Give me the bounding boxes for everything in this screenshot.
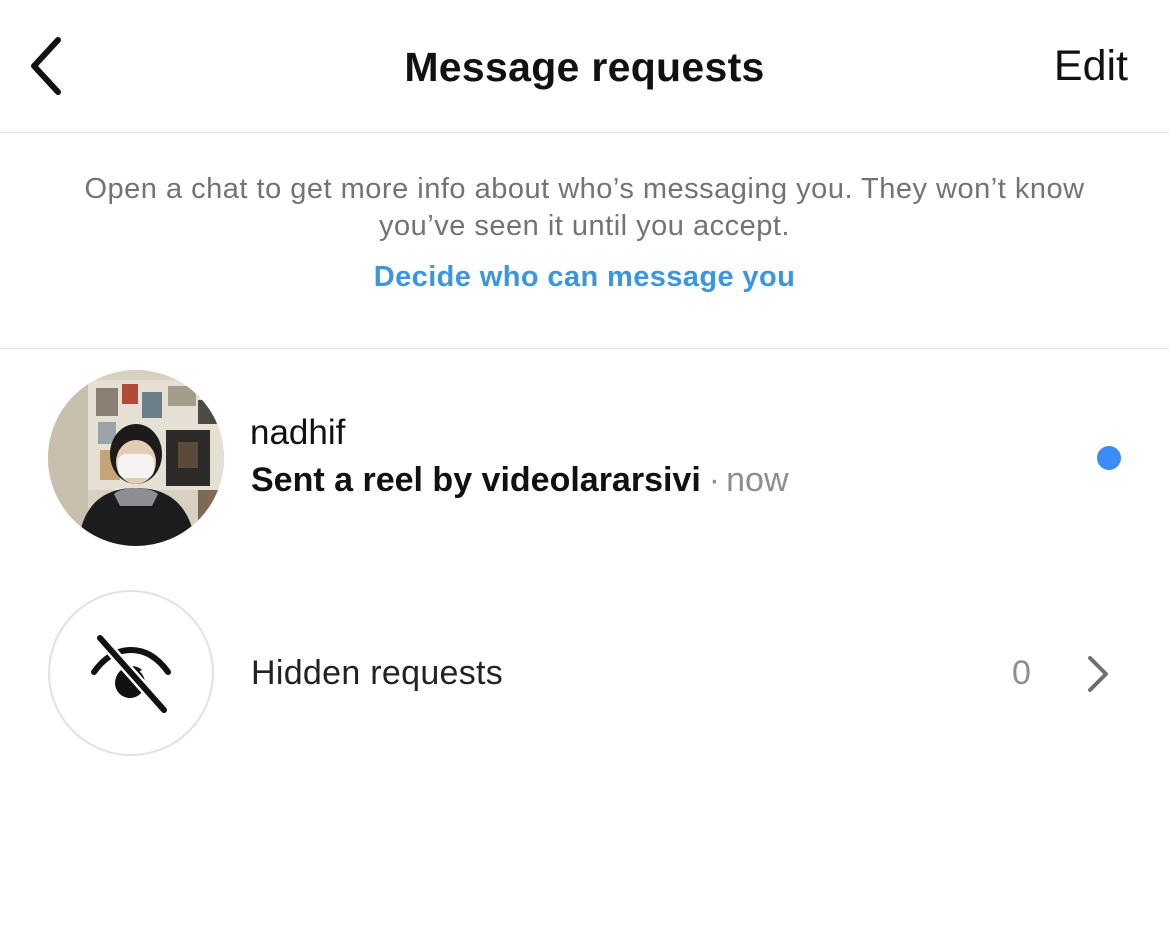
- avatar-photo: [48, 370, 224, 546]
- message-preview: Sent a reel by videolararsivi · now: [251, 461, 789, 500]
- hidden-requests-row[interactable]: Hidden requests 0: [0, 588, 1169, 758]
- avatar: [48, 370, 224, 546]
- sender-username: nadhif: [250, 413, 346, 452]
- hidden-requests-label: Hidden requests: [251, 654, 504, 692]
- info-section: Open a chat to get more info about who’s…: [0, 133, 1169, 349]
- message-requests-screen: Message requests Edit Open a chat to get…: [0, 0, 1169, 936]
- chevron-right-icon: [1088, 656, 1108, 692]
- separator-dot: ·: [708, 461, 721, 499]
- page-title: Message requests: [404, 44, 765, 90]
- edit-button[interactable]: Edit: [1054, 42, 1128, 91]
- top-bar: Message requests Edit: [0, 0, 1169, 133]
- hidden-requests-count: 0: [1012, 654, 1031, 692]
- decide-who-can-message-link[interactable]: Decide who can message you: [0, 261, 1169, 294]
- unread-indicator: [1097, 446, 1121, 470]
- message-request-item[interactable]: nadhif Sent a reel by videolararsivi · now: [0, 349, 1169, 564]
- message-preview-text: Sent a reel by videolararsivi: [251, 461, 701, 499]
- info-text: Open a chat to get more info about who’s…: [84, 173, 1085, 242]
- eye-slash-icon: [91, 632, 171, 716]
- hidden-requests-icon-circle: [48, 590, 214, 756]
- message-timestamp: now: [726, 461, 789, 499]
